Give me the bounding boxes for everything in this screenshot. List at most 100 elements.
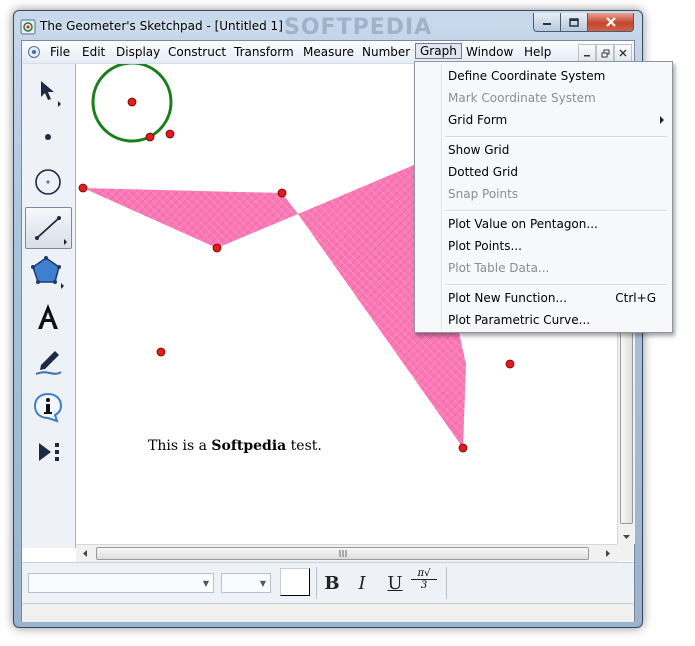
menu-edit[interactable]: Edit [82, 44, 105, 60]
play-dots-icon [38, 443, 59, 461]
window-title: The Geometer's Sketchpad - [Untitled 1] [40, 19, 283, 33]
text-a-icon [37, 304, 58, 329]
underline-button[interactable]: U [382, 570, 408, 596]
compass-icon [34, 169, 61, 195]
text-format-toolbar: ▼ ▼ B I U π√ 3 [22, 562, 634, 603]
menu-item-plot-points[interactable]: Plot Points... [448, 239, 522, 253]
chevron-down-icon: ▼ [259, 578, 267, 588]
menu-help[interactable]: Help [524, 44, 551, 60]
pentagon-icon [30, 256, 64, 289]
caption-text-end: test. [286, 438, 322, 454]
free-point[interactable] [505, 359, 515, 369]
menu-item-dotted-grid[interactable]: Dotted Grid [448, 165, 518, 179]
bold-button[interactable]: B [319, 570, 345, 596]
document-icon[interactable] [27, 45, 41, 59]
menu-item-plot-value-on-pentagon[interactable]: Plot Value on Pentagon... [448, 217, 598, 231]
menu-separator [445, 284, 667, 286]
shortcut-ctrl-g: Ctrl+G [615, 291, 656, 305]
title-bar[interactable]: The Geometer's Sketchpad - [Untitled 1] … [14, 11, 642, 41]
canvas-caption[interactable]: This is a Softpedia test. [148, 438, 322, 454]
menu-separator [445, 210, 667, 212]
menu-icon-gutter [441, 64, 443, 330]
menu-item-plot-table-data[interactable]: Plot Table Data... [448, 261, 549, 275]
minimize-icon [543, 23, 551, 25]
horizontal-scrollbar[interactable] [76, 544, 617, 562]
grip-icon [339, 550, 347, 557]
close-icon [605, 17, 616, 27]
free-point[interactable] [165, 129, 175, 139]
tool-palette [22, 64, 76, 548]
scroll-down-icon[interactable] [618, 530, 635, 544]
menu-window[interactable]: Window [466, 44, 513, 60]
circle-radius-point[interactable] [145, 132, 155, 142]
polygon-vertex-point[interactable] [458, 443, 468, 453]
maximize-button[interactable] [560, 13, 588, 32]
menu-item-plot-parametric-curve[interactable]: Plot Parametric Curve... [448, 313, 590, 327]
menu-item-snap-points[interactable]: Snap Points [448, 187, 518, 201]
line-segment-icon [34, 216, 67, 245]
straightedge-tool[interactable] [25, 207, 72, 249]
scroll-right-icon[interactable] [601, 545, 615, 562]
polygon-tool[interactable] [25, 252, 70, 292]
status-bar [22, 603, 634, 622]
doc-minimize-button[interactable] [578, 44, 596, 62]
close-button[interactable] [587, 13, 634, 32]
menu-graph[interactable]: Graph [415, 43, 462, 59]
math-numerator: π√ [411, 568, 437, 580]
menu-item-show-grid[interactable]: Show Grid [448, 143, 509, 157]
arrow-icon [40, 81, 61, 107]
text-color-swatch[interactable] [280, 568, 310, 596]
information-tool[interactable] [25, 387, 70, 427]
caption-bold-text: Softpedia [211, 438, 287, 454]
text-tool[interactable] [25, 297, 70, 337]
title-watermark: SOFTPEDIA [284, 15, 433, 40]
menu-item-mark-coordinate-system[interactable]: Mark Coordinate System [448, 91, 596, 105]
point-tool[interactable] [25, 117, 70, 157]
arrow-tool[interactable] [25, 72, 70, 112]
menu-number[interactable]: Number [362, 44, 410, 60]
font-size-select[interactable]: ▼ [221, 573, 271, 593]
font-family-select[interactable]: ▼ [28, 573, 214, 593]
italic-button[interactable]: I [349, 570, 375, 596]
menu-file[interactable]: File [50, 44, 70, 60]
menu-item-plot-new-function[interactable]: Plot New Function... [448, 291, 567, 305]
minimize-icon [584, 55, 590, 57]
custom-tools[interactable] [25, 432, 70, 472]
point-icon [44, 134, 51, 140]
polygon-vertex-point[interactable] [277, 188, 287, 198]
close-icon [619, 49, 627, 57]
polygon-vertex-point[interactable] [212, 243, 222, 253]
toolbar-divider [316, 567, 317, 599]
sketchpad-app-icon [20, 19, 36, 35]
filled-polygon-left[interactable] [83, 188, 298, 248]
menu-transform[interactable]: Transform [234, 44, 294, 60]
chevron-down-icon: ▼ [202, 578, 210, 588]
scroll-corner [617, 544, 634, 561]
graph-menu-dropdown: Define Coordinate System Mark Coordinate… [414, 61, 673, 333]
menu-item-grid-form[interactable]: Grid Form [448, 113, 507, 127]
doc-restore-button[interactable] [596, 44, 614, 62]
menu-separator [445, 136, 667, 138]
submenu-arrow-icon [660, 116, 664, 124]
math-denominator: 3 [420, 580, 428, 591]
free-point[interactable] [156, 347, 166, 357]
scroll-left-icon[interactable] [78, 545, 92, 562]
doc-close-button[interactable] [614, 44, 632, 62]
toolbar-divider [446, 567, 447, 599]
marker-pen-icon [35, 351, 62, 375]
maximize-icon [569, 17, 579, 27]
compass-tool[interactable] [25, 162, 70, 202]
menu-construct[interactable]: Construct [168, 44, 226, 60]
minimize-button[interactable] [533, 13, 561, 32]
menu-display[interactable]: Display [116, 44, 160, 60]
caption-text: This is a [148, 438, 212, 454]
marker-tool[interactable] [25, 342, 70, 382]
info-bubble-icon [33, 392, 62, 423]
restore-icon [601, 49, 609, 57]
menu-item-define-coordinate-system[interactable]: Define Coordinate System [448, 69, 605, 83]
menu-measure[interactable]: Measure [303, 44, 354, 60]
horizontal-scroll-thumb[interactable] [96, 547, 589, 560]
circle-center-point[interactable] [127, 97, 137, 107]
polygon-vertex-point[interactable] [78, 183, 88, 193]
math-format-button[interactable]: π√ 3 [411, 568, 437, 598]
